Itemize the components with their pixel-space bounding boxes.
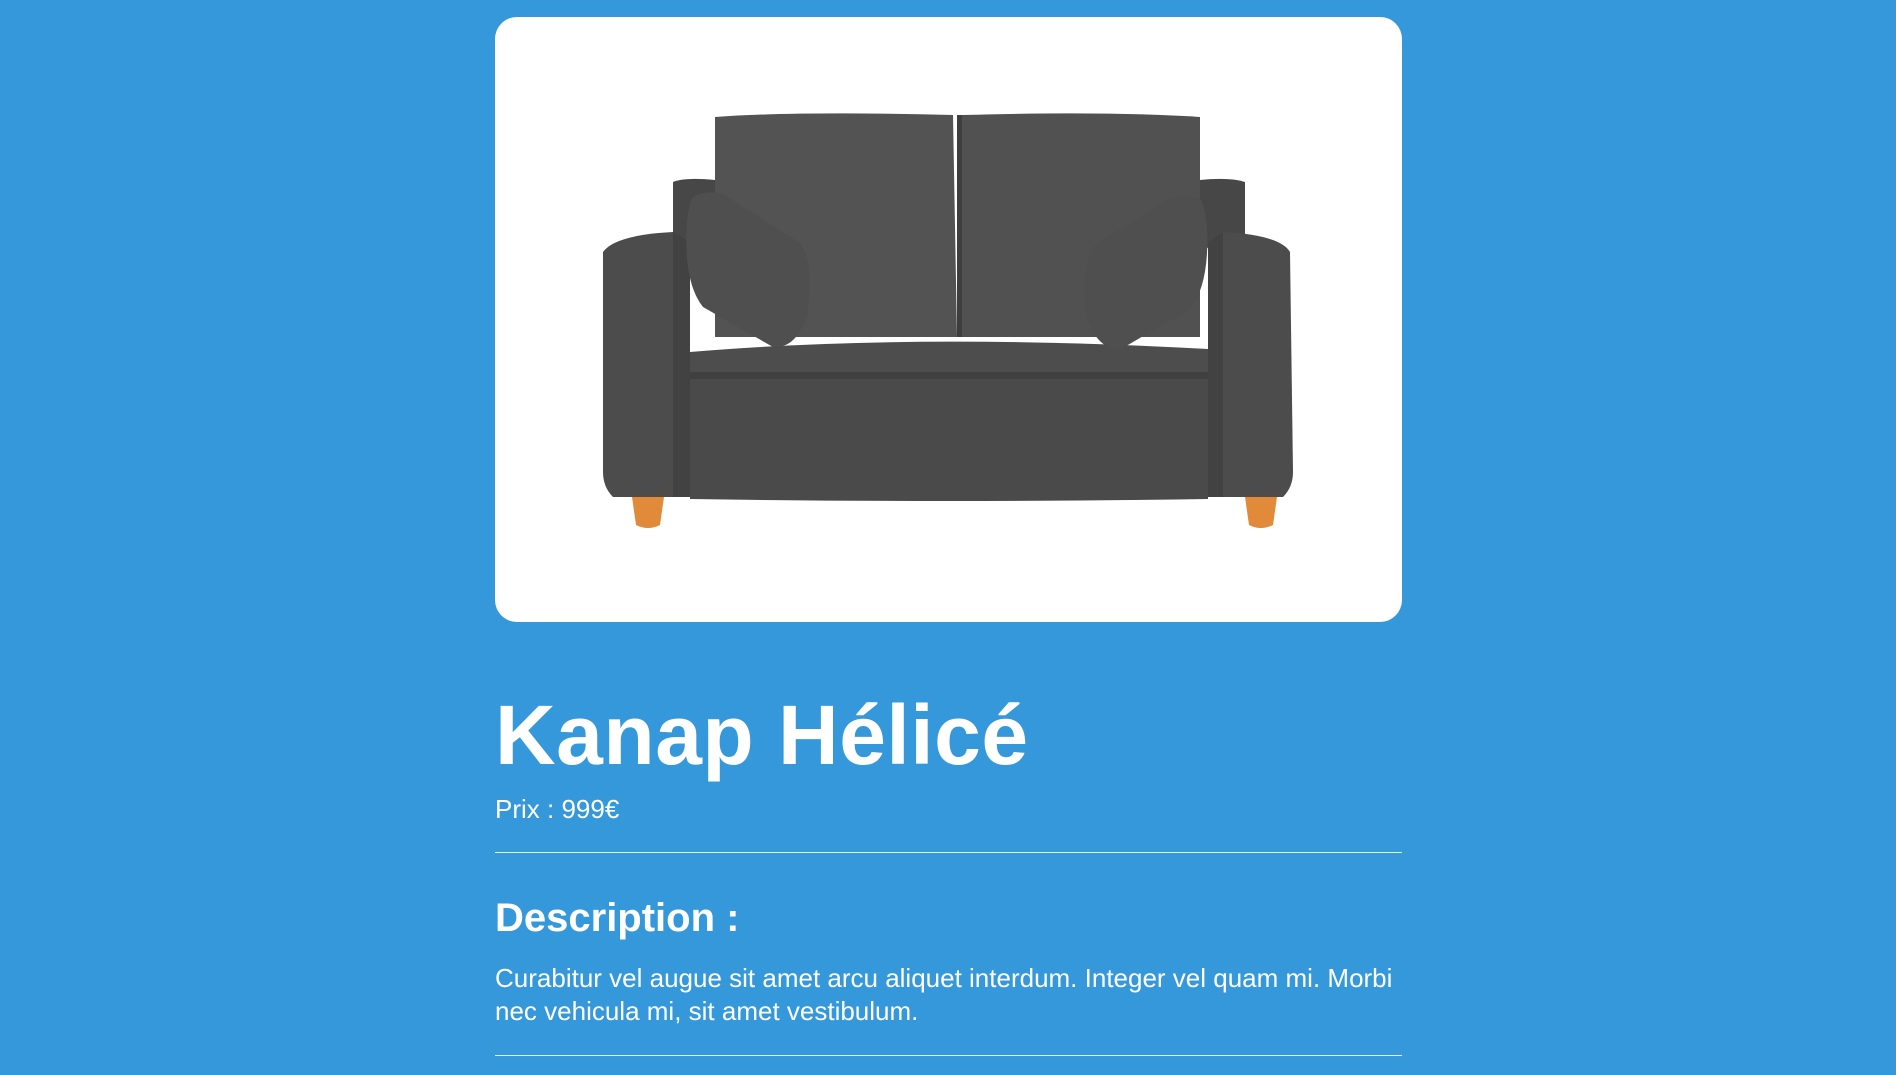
divider-bottom xyxy=(495,1055,1402,1056)
price-label: Prix : xyxy=(495,794,562,824)
price-row: Prix : 999€ xyxy=(495,793,1402,825)
sofa-leg-right xyxy=(1245,497,1277,528)
divider xyxy=(495,852,1402,853)
currency-symbol: € xyxy=(604,794,620,824)
product-detail: Kanap Hélicé Prix : 999€ Description : C… xyxy=(495,17,1402,1056)
sofa-leg-left xyxy=(632,497,664,528)
description-heading: Description : xyxy=(495,896,740,940)
product-title: Kanap Hélicé xyxy=(495,688,1029,782)
sofa-image xyxy=(603,113,1293,528)
product-image-card xyxy=(495,17,1402,622)
description-text: Curabitur vel augue sit amet arcu alique… xyxy=(495,963,1393,1026)
price-value: 999 xyxy=(561,794,605,824)
